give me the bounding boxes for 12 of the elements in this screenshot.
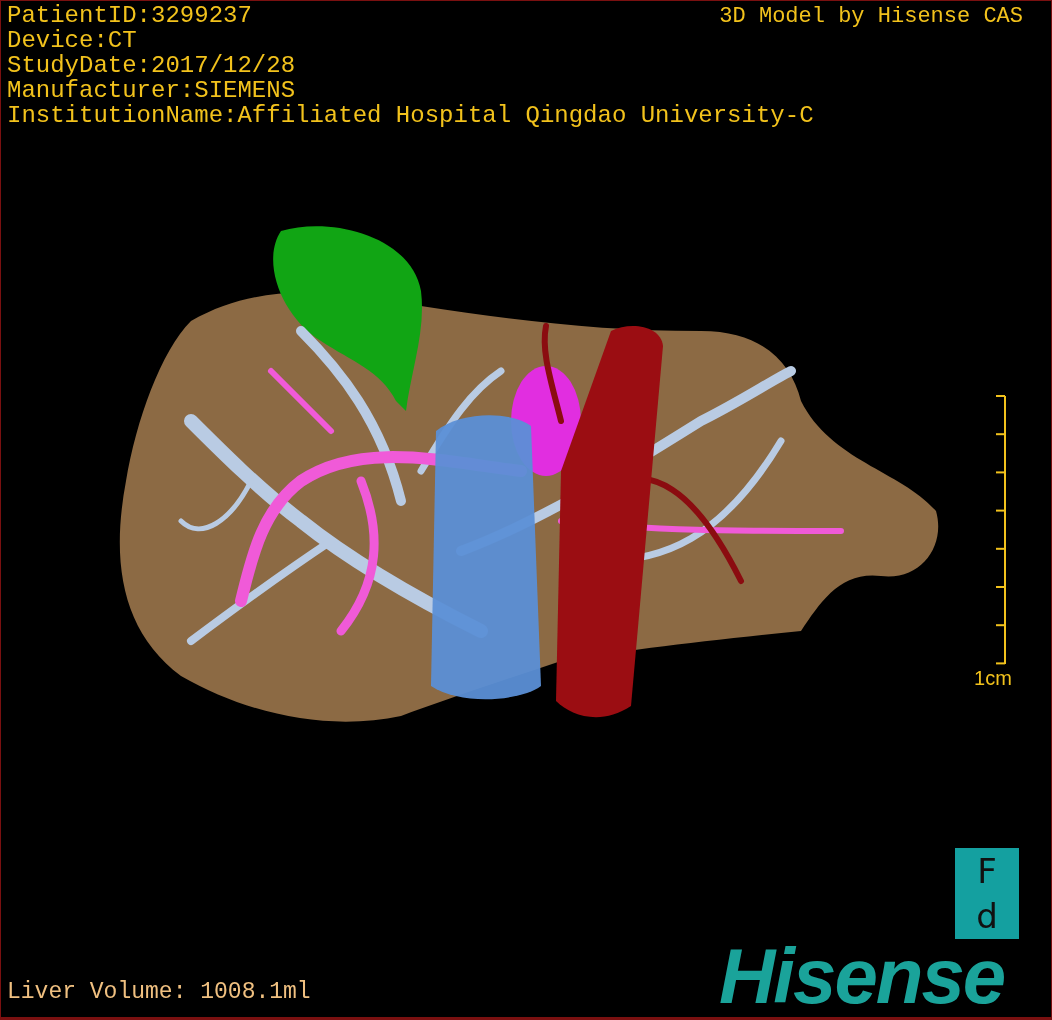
- liver-volume-text: Liver Volume: 1008.1ml: [7, 979, 311, 1005]
- marker-letter: d: [976, 898, 998, 935]
- credit-text: 3D Model by Hisense CAS: [719, 4, 1023, 29]
- patient-info-text: PatientID:3299237: [7, 3, 252, 28]
- patient-info-text: Manufacturer:SIEMENS: [7, 78, 296, 103]
- scale-label: 1cm: [974, 667, 1012, 690]
- logo-text: Hisense: [719, 936, 1005, 1016]
- patient-info-text: Device:CT: [7, 28, 137, 53]
- patient-info-text: InstitutionName:Affiliated Hospital Qingdao University-C: [7, 103, 814, 128]
- marker-letter: F: [977, 852, 997, 889]
- patient-info-text: StudyDate:2017/12/28: [7, 53, 296, 78]
- scale-bar-icon: [994, 395, 1008, 665]
